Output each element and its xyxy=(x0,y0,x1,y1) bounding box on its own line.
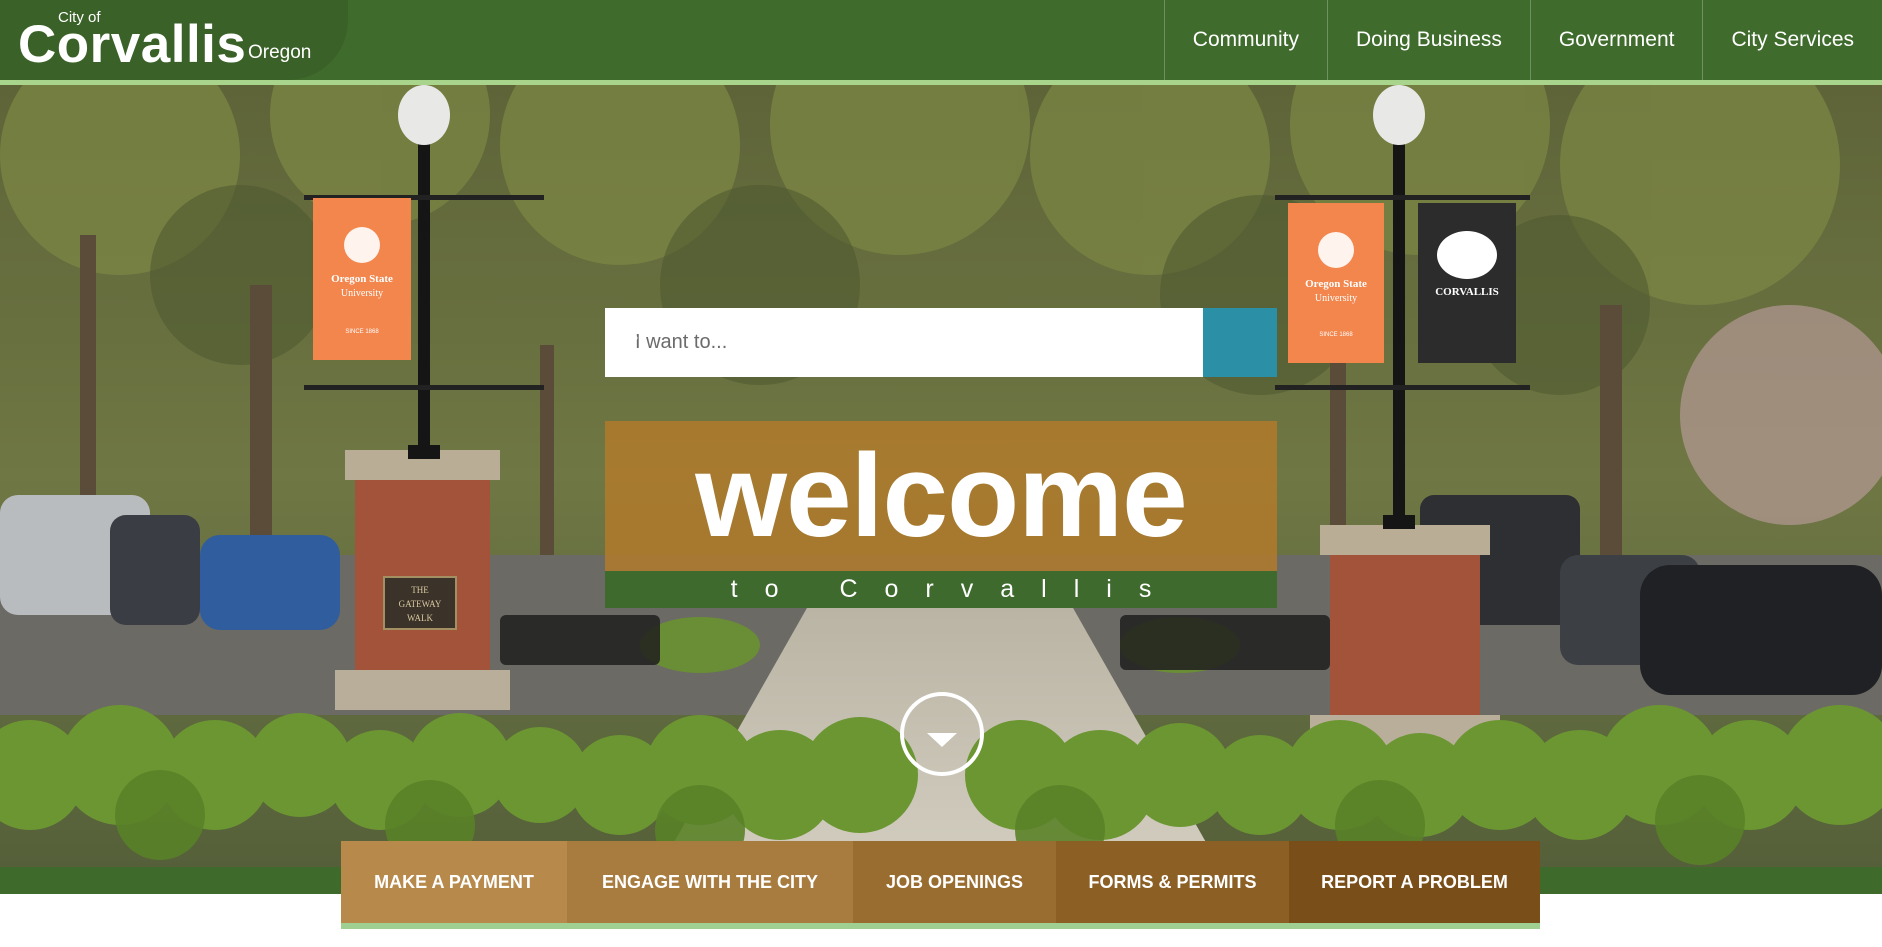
search-bar xyxy=(605,308,1277,377)
quick-link-job-openings[interactable]: JOB OPENINGS xyxy=(853,841,1056,923)
plaque-line1: THE xyxy=(411,585,429,595)
search-input[interactable] xyxy=(605,308,1203,377)
banner-corvallis: CORVALLIS xyxy=(1435,286,1499,298)
banner-osu-since-2: SINCE 1868 xyxy=(1319,332,1353,338)
scroll-down-button[interactable] xyxy=(900,692,984,776)
quick-link-make-payment[interactable]: MAKE A PAYMENT xyxy=(341,841,567,923)
banner-osu-since: SINCE 1868 xyxy=(345,329,379,335)
nav-item-doing-business[interactable]: Doing Business xyxy=(1326,0,1530,80)
plaque-line2: GATEWAY xyxy=(399,599,442,609)
quick-link-engage[interactable]: ENGAGE WITH THE CITY xyxy=(567,841,853,923)
logo-name: Corvallis xyxy=(18,15,247,74)
banner-osu-name: Oregon State xyxy=(331,273,393,285)
quick-link-forms-permits[interactable]: FORMS & PERMITS xyxy=(1056,841,1289,923)
search-button[interactable] xyxy=(607,308,1277,377)
plaque-line3: WALK xyxy=(407,613,433,623)
site-header: City of Corvallis Oregon Community Doing… xyxy=(0,0,1882,80)
hero-section: THE GATEWAY WALK Oregon State University… xyxy=(0,85,1882,867)
welcome-title: welcome xyxy=(695,430,1187,562)
main-nav: Community Doing Business Government City… xyxy=(1163,0,1882,80)
logo-state: Oregon xyxy=(248,42,312,63)
nav-item-city-services[interactable]: City Services xyxy=(1702,0,1882,80)
search-icon xyxy=(607,310,638,341)
quick-link-report-problem[interactable]: REPORT A PROBLEM xyxy=(1289,841,1540,923)
banner-osu-sub: University xyxy=(341,288,383,299)
banner-osu-sub-2: University xyxy=(1315,293,1357,304)
nav-item-community[interactable]: Community xyxy=(1163,0,1327,80)
logo[interactable]: City of Corvallis Oregon xyxy=(0,0,348,80)
banner-osu-name-2: Oregon State xyxy=(1305,278,1367,290)
quick-links: MAKE A PAYMENT ENGAGE WITH THE CITY JOB … xyxy=(341,841,1540,923)
nav-item-government[interactable]: Government xyxy=(1529,0,1703,80)
welcome-subtitle: to Corvallis xyxy=(605,571,1277,608)
quick-links-underline xyxy=(341,923,1540,929)
welcome-banner: welcome xyxy=(605,421,1277,571)
